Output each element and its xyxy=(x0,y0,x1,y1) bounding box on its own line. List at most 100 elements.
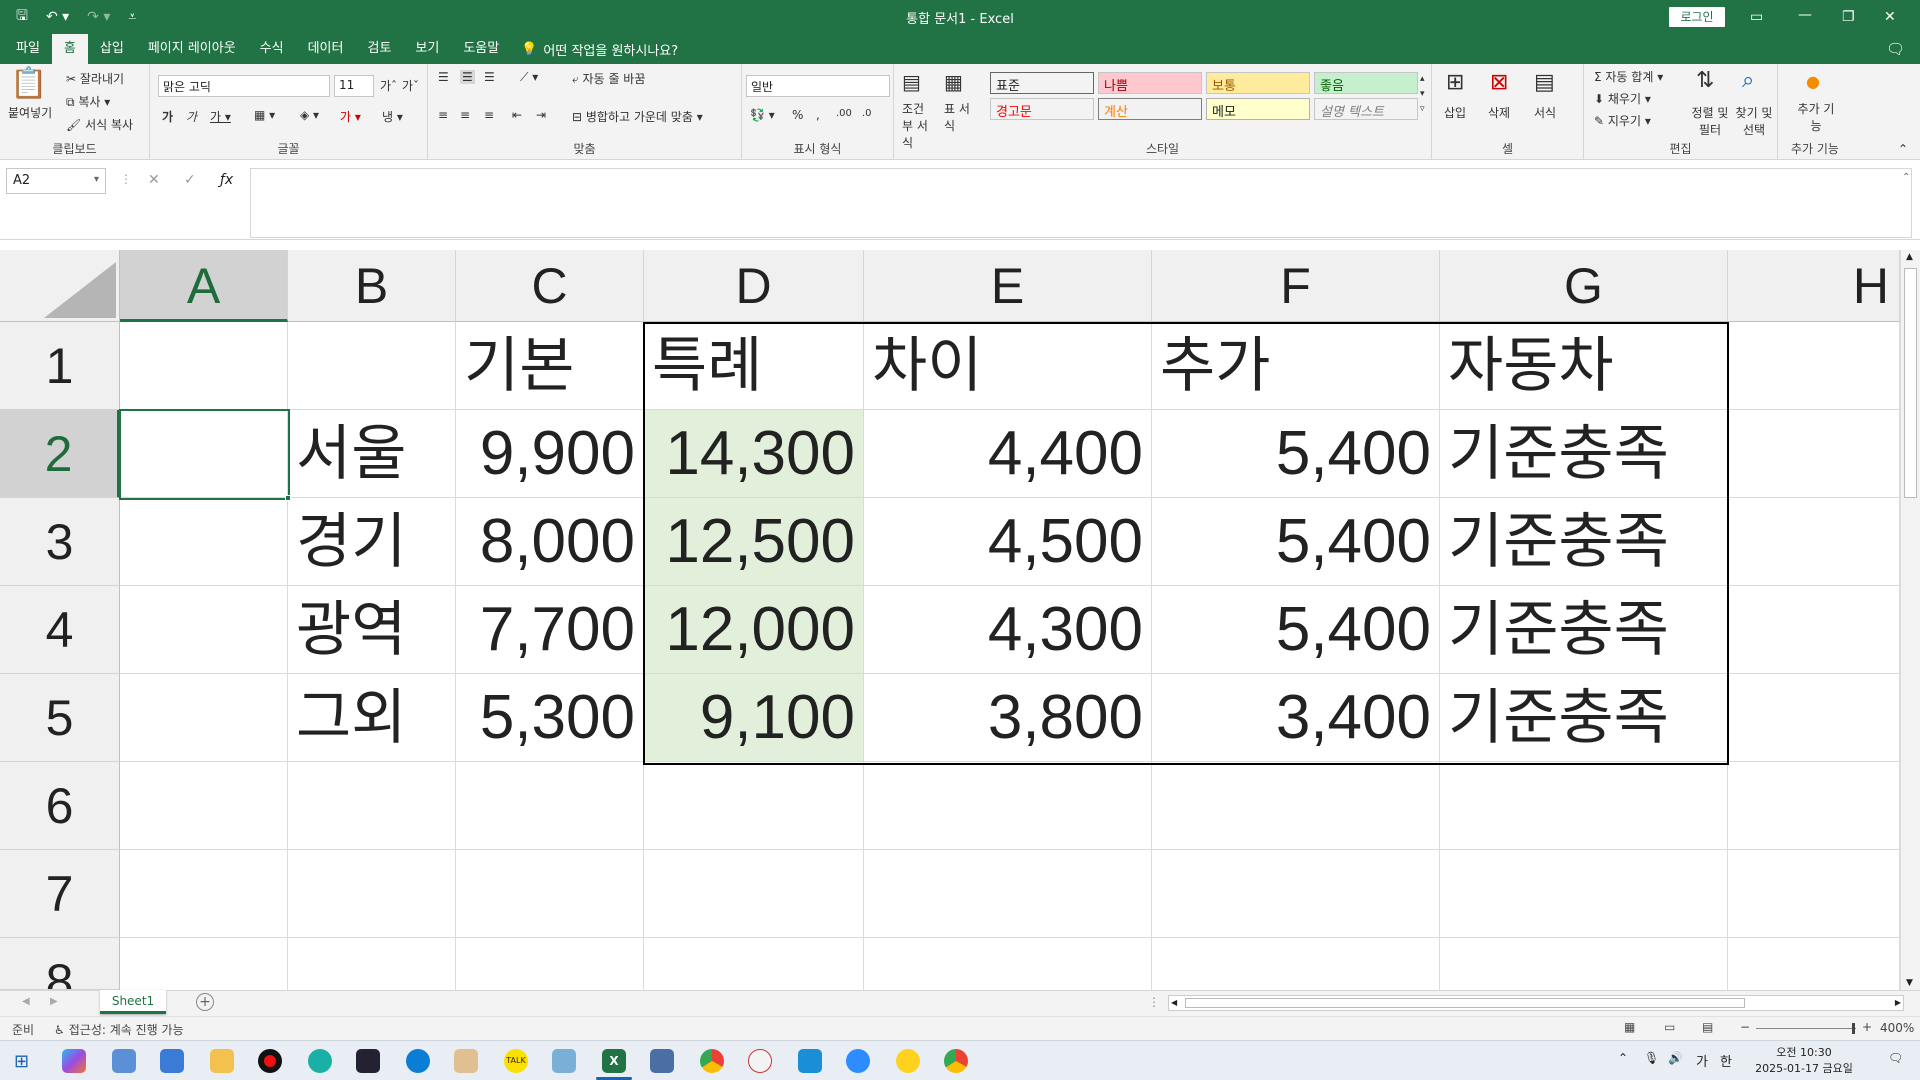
cell-d6[interactable] xyxy=(644,762,864,850)
speaker-icon[interactable]: 🔊 xyxy=(1668,1051,1683,1065)
cell-e5[interactable]: 3,800 xyxy=(864,674,1152,762)
cell-c2[interactable]: 9,900 xyxy=(456,410,644,498)
app-icon-4[interactable] xyxy=(552,1049,576,1073)
cell-h5[interactable] xyxy=(1728,674,1900,762)
addins-icon[interactable]: ● xyxy=(1806,72,1820,91)
cell-f1[interactable]: 추가 xyxy=(1152,322,1440,410)
ime-hangul[interactable]: 한 xyxy=(1720,1051,1732,1070)
insert-cells-icon[interactable]: ⊞ xyxy=(1446,70,1464,95)
tab-file[interactable]: 파일 xyxy=(4,34,52,64)
merge-center-button[interactable]: ⊟ 병합하고 가운데 맞춤 ▾ xyxy=(572,108,703,125)
cell-g8[interactable] xyxy=(1440,938,1728,990)
row-header-7[interactable]: 7 xyxy=(0,850,120,938)
sort-filter-icon[interactable]: ⇅ xyxy=(1696,68,1714,93)
scroll-right-icon[interactable]: ▶ xyxy=(1895,998,1901,1007)
cell-d4[interactable]: 12,000 xyxy=(644,586,864,674)
cell-b5[interactable]: 그외 xyxy=(288,674,456,762)
recorder-icon[interactable] xyxy=(258,1049,282,1073)
cell-g7[interactable] xyxy=(1440,850,1728,938)
file-explorer-icon[interactable] xyxy=(210,1049,234,1073)
row-header-5[interactable]: 5 xyxy=(0,674,120,762)
tab-view[interactable]: 보기 xyxy=(403,34,451,64)
restore-icon[interactable]: ❐ xyxy=(1842,0,1855,34)
increase-decimal-icon[interactable]: .00 xyxy=(836,108,852,119)
zoom-slider[interactable] xyxy=(1756,1023,1856,1034)
name-box[interactable]: A2 xyxy=(6,168,106,194)
tab-insert[interactable]: 삽입 xyxy=(88,34,136,64)
cell-h7[interactable] xyxy=(1728,850,1900,938)
find-icon[interactable]: ⌕ xyxy=(1742,68,1754,93)
column-header-d[interactable]: D xyxy=(644,250,864,322)
column-header-a[interactable]: A xyxy=(120,250,288,322)
fill-handle[interactable] xyxy=(285,495,291,501)
minimize-icon[interactable]: — xyxy=(1798,0,1812,34)
insert-function-icon[interactable]: ƒx xyxy=(220,172,233,188)
cut-button[interactable]: ✂ 잘라내기 xyxy=(66,70,124,87)
row-header-6[interactable]: 6 xyxy=(0,762,120,850)
app-icon-3[interactable] xyxy=(308,1049,332,1073)
style-normal[interactable]: 표준 xyxy=(990,72,1094,94)
app-icon-5[interactable] xyxy=(748,1049,772,1073)
align-right-icon[interactable]: ≡ xyxy=(484,108,494,122)
copy-button[interactable]: ⧉ 복사 ▾ xyxy=(66,93,110,110)
cell-c1[interactable]: 기본 xyxy=(456,322,644,410)
tell-me-search[interactable]: 💡 어떤 작업을 원하시나요? xyxy=(521,40,678,59)
zoom-slider-thumb[interactable] xyxy=(1852,1023,1855,1034)
tray-overflow-icon[interactable]: ⌃ xyxy=(1618,1051,1628,1065)
cell-e8[interactable] xyxy=(864,938,1152,990)
cell-c5[interactable]: 5,300 xyxy=(456,674,644,762)
cell-b1[interactable] xyxy=(288,322,456,410)
italic-icon[interactable]: 가 xyxy=(186,108,197,125)
cell-c8[interactable] xyxy=(456,938,644,990)
cell-c6[interactable] xyxy=(456,762,644,850)
prev-sheet-icon[interactable]: ◀ xyxy=(22,996,30,1007)
phonetic-icon[interactable]: 냉 ▾ xyxy=(382,108,403,125)
delete-cells-button[interactable]: 삭제 xyxy=(1488,104,1510,121)
page-break-view-icon[interactable]: ▤ xyxy=(1702,1020,1713,1034)
clear-button[interactable]: ✎ 지우기 ▾ xyxy=(1594,112,1651,129)
zoom-in-icon[interactable]: + xyxy=(1862,1020,1872,1034)
cell-d3[interactable]: 12,500 xyxy=(644,498,864,586)
cell-d8[interactable] xyxy=(644,938,864,990)
paste-button[interactable]: 붙여넣기 xyxy=(8,104,52,121)
sheet-tab-sheet1[interactable]: Sheet1 xyxy=(100,990,166,1014)
scroll-up-icon[interactable]: ▲ xyxy=(1906,252,1913,262)
style-neutral[interactable]: 보통 xyxy=(1206,72,1310,94)
horizontal-scroll-thumb[interactable] xyxy=(1185,998,1745,1008)
sort-filter-button[interactable]: 정렬 및 필터 xyxy=(1690,104,1730,138)
confirm-entry-icon[interactable]: ✓ xyxy=(184,172,196,188)
cell-b4[interactable]: 광역 xyxy=(288,586,456,674)
font-size-select[interactable]: 11 xyxy=(334,75,374,97)
wrap-text-button[interactable]: ⤶ 자동 줄 바꿈 xyxy=(572,70,645,87)
number-format-select[interactable]: 일반 xyxy=(746,75,890,97)
insert-cells-button[interactable]: 삽입 xyxy=(1444,104,1466,121)
zoom-app-icon[interactable] xyxy=(846,1049,870,1073)
cell-f8[interactable] xyxy=(1152,938,1440,990)
cell-h2[interactable] xyxy=(1728,410,1900,498)
edge-icon[interactable] xyxy=(406,1049,430,1073)
cell-g1[interactable]: 자동차 xyxy=(1440,322,1728,410)
row-header-2[interactable]: 2 xyxy=(0,410,120,498)
media-player-icon[interactable] xyxy=(896,1049,920,1073)
cell-a6[interactable] xyxy=(120,762,288,850)
tab-home[interactable]: 홈 xyxy=(51,34,88,64)
cell-e7[interactable] xyxy=(864,850,1152,938)
accessibility-status[interactable]: ♿ 접근성: 계속 진행 가능 xyxy=(54,1021,184,1038)
align-left-icon[interactable]: ≡ xyxy=(438,108,448,122)
app-icon-1[interactable] xyxy=(112,1049,136,1073)
align-middle-icon[interactable]: ☰ xyxy=(460,70,475,84)
close-icon[interactable]: ✕ xyxy=(1884,0,1896,34)
cell-d7[interactable] xyxy=(644,850,864,938)
cell-e6[interactable] xyxy=(864,762,1152,850)
align-center-icon[interactable]: ≡ xyxy=(460,108,470,122)
zoom-level[interactable]: 400% xyxy=(1880,1021,1914,1035)
cell-a7[interactable] xyxy=(120,850,288,938)
cell-a4[interactable] xyxy=(120,586,288,674)
cell-g4[interactable]: 기준충족 xyxy=(1440,586,1728,674)
cell-a5[interactable] xyxy=(120,674,288,762)
cell-h8[interactable] xyxy=(1728,938,1900,990)
style-warning[interactable]: 경고문 xyxy=(990,98,1094,120)
tab-help[interactable]: 도움말 xyxy=(451,34,511,64)
cell-b6[interactable] xyxy=(288,762,456,850)
cell-d5[interactable]: 9,100 xyxy=(644,674,864,762)
